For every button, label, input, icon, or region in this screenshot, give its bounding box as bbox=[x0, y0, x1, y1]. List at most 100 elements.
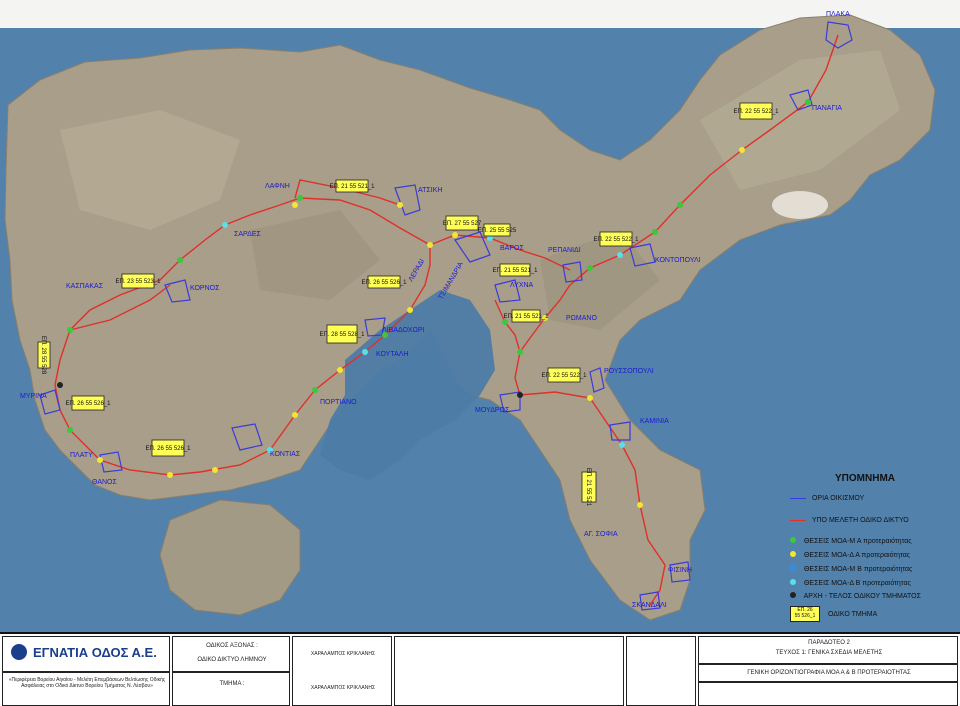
moa-point bbox=[427, 242, 433, 248]
segment-label: ΕΠ. 26 55 526_1 bbox=[145, 439, 191, 457]
settlement-label: ΘΑΝΟΣ bbox=[92, 479, 117, 486]
moa-point bbox=[292, 202, 298, 208]
project-title: «Περιφέρεια Βορείου Αιγαίου - Μελέτη Επε… bbox=[8, 677, 166, 689]
moa-point bbox=[652, 229, 658, 235]
moa-point bbox=[337, 367, 343, 373]
moa-point bbox=[677, 202, 683, 208]
moa-point bbox=[67, 327, 73, 333]
svg-text:ΕΠ. 22 55 522_1: ΕΠ. 22 55 522_1 bbox=[593, 237, 639, 243]
legend-item-moa-d-a: ΘΕΣΕΙΣ ΜΟΑ-Δ Α προτεραιότητας bbox=[790, 551, 910, 559]
legend-item-moa-m-b: ΘΕΣΕΙΣ ΜΟΑ-Μ Β προτεραιότητας bbox=[790, 565, 912, 573]
svg-text:ΕΠ. 21 55 521_1: ΕΠ. 21 55 521_1 bbox=[492, 268, 538, 274]
moa-point bbox=[805, 99, 811, 105]
legend-item-boundary: ΟΡΙΑ ΟΙΚΙΣΜΟΥ bbox=[790, 495, 864, 502]
segment-label: ΕΠ. 22 55 522_1 bbox=[593, 231, 639, 247]
moa-point bbox=[57, 382, 63, 388]
map-legend: ΥΠΟΜΝΗΜΑ ΟΡΙΑ ΟΙΚΙΣΜΟΥ ΥΠΟ ΜΕΛΕΤΗ ΟΔΙΚΟ … bbox=[780, 465, 960, 625]
settlement-label: ΚΟΡΝΟΣ bbox=[190, 285, 220, 292]
legend-item-road: ΥΠΟ ΜΕΛΕΤΗ ΟΔΙΚΟ ΔΙΚΤΥΟ bbox=[790, 517, 909, 524]
svg-text:ΕΠ. 21 55 521: ΕΠ. 21 55 521 bbox=[585, 468, 591, 507]
settlement-label: ΒΑΡΟΣ bbox=[500, 245, 524, 252]
svg-text:ΕΠ. 25 55 525: ΕΠ. 25 55 525 bbox=[478, 228, 517, 234]
designer-name-2: ΧΑΡΑΛΑΜΠΟΣ ΚΡΙΚΛΑΝΗΣ bbox=[310, 685, 376, 691]
svg-text:ΕΠ. 26 55 526_1: ΕΠ. 26 55 526_1 bbox=[65, 401, 111, 407]
moa-point bbox=[397, 202, 403, 208]
designer-cell: ΧΑΡΑΛΑΜΠΟΣ ΚΡΙΚΛΑΝΗΣ ΧΑΡΑΛΑΜΠΟΣ ΚΡΙΚΛΑΝΗ… bbox=[292, 636, 392, 706]
logo-cell: ΕΓΝΑΤΙΑ ΟΔΟΣ Α.Ε. bbox=[2, 636, 170, 672]
settlement-label: ΜΟΥΔΡΟΣ bbox=[475, 407, 510, 414]
moa-point bbox=[177, 257, 183, 263]
svg-text:ΕΠ. 26 55 526_1: ΕΠ. 26 55 526_1 bbox=[145, 446, 191, 452]
settlement-label: ΚΟΝΤΟΠΟΥΛΙ bbox=[655, 257, 701, 264]
drawing-number-cell bbox=[698, 682, 958, 706]
moa-point bbox=[297, 195, 303, 201]
moa-point bbox=[167, 472, 173, 478]
settlement-label: ΡΟΥΣΣΟΠΟΥΛΙ bbox=[604, 368, 654, 375]
settlement-label: ΠΛΑΤΥ bbox=[70, 452, 93, 459]
moa-point bbox=[407, 307, 413, 313]
moa-point bbox=[312, 387, 318, 393]
axis-cell: ΟΔΙΚΟΣ ΑΞΟΝΑΣ : ΟΔΙΚΟ ΔΙΚΤΥΟ ΛΗΜΝΟΥ bbox=[172, 636, 290, 672]
volume: ΤΕΥΧΟΣ 1: ΓΕΝΙΚΑ ΣΧΕΔΙΑ ΜΕΛΕΤΗΣ bbox=[775, 650, 883, 656]
svg-text:ΕΠ. 27 55 527: ΕΠ. 27 55 527 bbox=[443, 221, 482, 227]
moa-point bbox=[452, 232, 458, 238]
moa-point bbox=[587, 265, 593, 271]
segment-label: ΕΠ. 22 55 522_1 bbox=[541, 367, 587, 383]
legend-item-segment-end: ΑΡΧΗ - ΤΕΛΟΣ ΟΔΙΚΟΥ ΤΜΗΜΑΤΟΣ bbox=[790, 592, 921, 600]
drawing-title-cell: ΓΕΝΙΚΗ ΟΡΙΖΟΝΤΙΟΓΡΑΦΙΑ ΜΟΑ Α & Β ΠΡΟΤΕΡΑ… bbox=[698, 664, 958, 682]
moa-point bbox=[212, 467, 218, 473]
settlement-label: ΚΟΥΤΑΛΗ bbox=[376, 351, 409, 358]
settlement-label: ΠΑΝΑΓΙΑ bbox=[812, 105, 842, 112]
moa-point bbox=[617, 252, 623, 258]
svg-text:ΕΠ. 22 55 522_1: ΕΠ. 22 55 522_1 bbox=[733, 109, 779, 115]
moa-point bbox=[292, 412, 298, 418]
revisions-cell bbox=[394, 636, 624, 706]
settlement-label: ΛΥΧΝΑ bbox=[510, 282, 534, 289]
svg-text:ΕΠ. 28 55 528_1: ΕΠ. 28 55 528_1 bbox=[319, 332, 365, 338]
segment-label: ΕΠ. 22 55 522_1 bbox=[733, 102, 779, 120]
drawing-title: ΓΕΝΙΚΗ ΟΡΙΖΟΝΤΙΟΓΡΑΦΙΑ ΜΟΑ Α & Β ΠΡΟΤΕΡΑ… bbox=[747, 670, 911, 676]
moa-point bbox=[517, 392, 523, 398]
deliverable: ΠΑΡΑΔΟΤΕΟ 2 bbox=[808, 640, 850, 646]
segment-label: ΕΠ. 21 55 521_1 bbox=[329, 179, 375, 193]
svg-text:ΕΠ. 28 55 528: ΕΠ. 28 55 528 bbox=[40, 336, 46, 375]
designer-name: ΧΑΡΑΛΑΜΠΟΣ ΚΡΙΚΛΑΝΗΣ bbox=[310, 651, 376, 657]
moa-point bbox=[739, 147, 745, 153]
moa-point bbox=[67, 427, 73, 433]
settlement-label: ΠΟΡΤΙΑΝΟ bbox=[320, 399, 357, 406]
section-cell: ΤΜΗΜΑ : bbox=[172, 672, 290, 706]
settlement-label: ΛΙΒΑΔΟΧΩΡΙ bbox=[382, 327, 425, 334]
company-logo-icon bbox=[11, 644, 27, 660]
settlement-label: ΛΑΦΝΗ bbox=[265, 183, 290, 190]
segment-label: ΕΠ. 23 55 523_1 bbox=[115, 273, 161, 289]
segment-label: ΕΠ. 21 55 521 bbox=[581, 468, 597, 507]
settlement-label: ΣΑΡΔΕΣ bbox=[234, 231, 261, 238]
settlement-label: ΚΑΣΠΑΚΑΣ bbox=[66, 283, 104, 290]
moa-point bbox=[517, 349, 523, 355]
legend-item-segment: ΕΠ. 26 55 526_1 ΟΔΙΚΟ ΤΜΗΜΑ bbox=[790, 606, 877, 622]
settlement-label: ΠΛΑΚΑ bbox=[826, 11, 850, 18]
svg-text:ΕΠ. 21 55 521_1: ΕΠ. 21 55 521_1 bbox=[503, 314, 549, 320]
svg-text:ΕΠ. 21 55 521_1: ΕΠ. 21 55 521_1 bbox=[329, 184, 375, 190]
settlement-label: ΡΕΠΑΝΙΔΙ bbox=[548, 247, 581, 254]
settlement-label: ΣΚΑΝΔΑΛΙ bbox=[632, 602, 667, 609]
moa-point bbox=[619, 442, 625, 448]
land-southwest bbox=[159, 499, 301, 616]
moa-point bbox=[587, 395, 593, 401]
segment-label: ΕΠ. 26 55 526_1 bbox=[361, 275, 407, 289]
map-sheet: ΠΛΑΚΑ ΠΑΝΑΓΙΑ ΛΑΦΝΗ ΑΤΣΙΚΗ ΣΑΡΔΕΣ ΒΑΡΟΣ … bbox=[0, 0, 960, 706]
legend-item-moa-d-b: ΘΕΣΕΙΣ ΜΟΑ-Δ Β προτεραιότητας bbox=[790, 579, 911, 587]
segment-label: ΕΠ. 27 55 527 bbox=[443, 215, 482, 231]
moa-point bbox=[362, 349, 368, 355]
axis-label: ΟΔΙΚΟΣ ΑΞΟΝΑΣ : bbox=[206, 643, 258, 649]
company-logo: ΕΓΝΑΤΙΑ ΟΔΟΣ Α.Ε. bbox=[33, 645, 157, 660]
legend-title: ΥΠΟΜΝΗΜΑ bbox=[835, 473, 895, 484]
legend-item-moa-m-a: ΘΕΣΕΙΣ ΜΟΑ-Μ Α προτεραιότητας bbox=[790, 537, 912, 545]
settlement-label: ΑΓ. ΣΟΦΙΑ bbox=[584, 531, 618, 538]
settlement-label: ΡΩΜΑΝΟ bbox=[566, 315, 597, 322]
settlement-label: ΑΤΣΙΚΗ bbox=[418, 187, 442, 194]
moa-point bbox=[97, 457, 103, 463]
title-block: ΕΓΝΑΤΙΑ ΟΔΟΣ Α.Ε. «Περιφέρεια Βορείου Αι… bbox=[0, 632, 960, 706]
settlement-label: ΚΟΝΤΙΑΣ bbox=[270, 451, 301, 458]
svg-text:ΕΠ. 22 55 522_1: ΕΠ. 22 55 522_1 bbox=[541, 373, 587, 379]
